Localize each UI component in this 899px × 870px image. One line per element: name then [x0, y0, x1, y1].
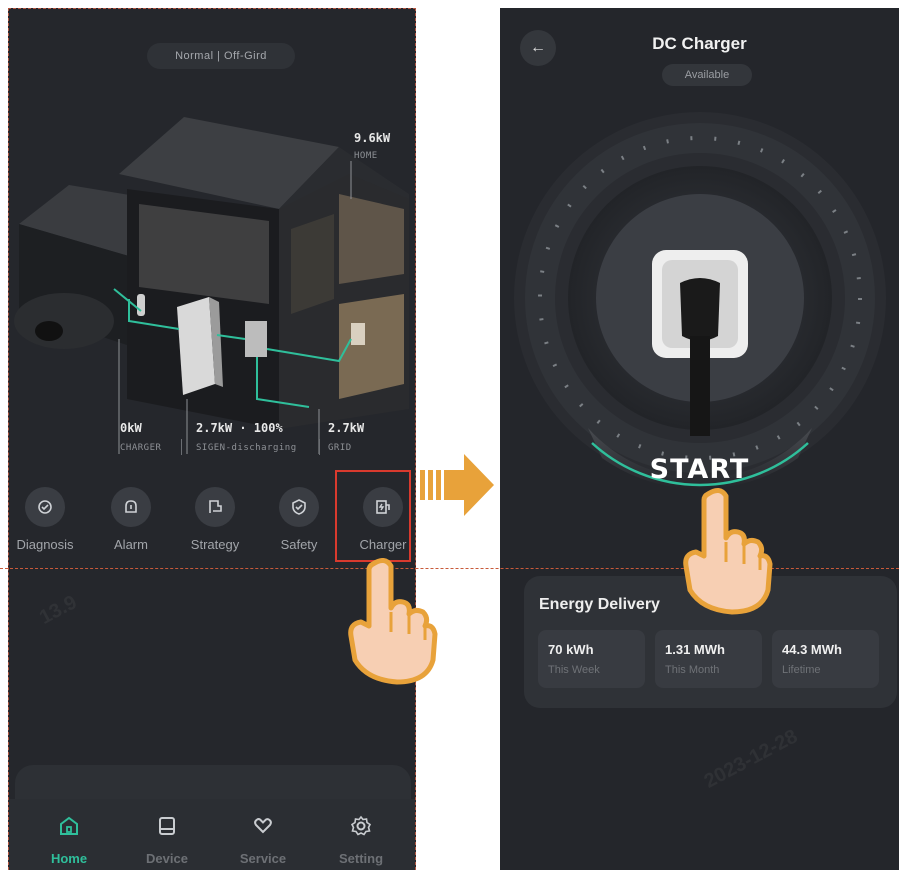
metric-value: 1.31 MWh	[665, 642, 725, 657]
metric-label: This Month	[665, 664, 720, 676]
home-screen: Normal | Off-Gird 9.6kW HOME 0kW CHARGER…	[8, 8, 416, 870]
diagnosis-icon	[25, 487, 65, 527]
quick-action-label: Alarm	[114, 537, 148, 552]
grid-power-value: 2.7kW	[328, 421, 365, 435]
quick-action-label: Strategy	[190, 537, 240, 552]
grid-power-label: GRID	[328, 443, 352, 453]
quick-action-label: Diagnosis	[16, 537, 74, 552]
metric-this-week: 70 kWh This Week	[538, 630, 645, 688]
pointing-hand-icon	[683, 488, 773, 615]
tab-home[interactable]: Home	[29, 811, 109, 866]
mode-pill[interactable]: Normal | Off-Gird	[147, 43, 295, 69]
page-title: DC Charger	[652, 34, 747, 53]
watermark: 2023-12-28	[700, 725, 802, 793]
pointing-hand-icon	[348, 558, 438, 685]
home-power-value: 9.6kW	[354, 131, 391, 145]
metric-label: Lifetime	[782, 664, 821, 676]
charger-highlight-box	[335, 470, 411, 562]
quick-action-label: Safety	[280, 537, 318, 552]
divider	[181, 439, 182, 455]
divider	[319, 439, 320, 455]
metric-this-month: 1.31 MWh This Month	[655, 630, 762, 688]
tab-service[interactable]: Service	[223, 811, 303, 866]
quick-action-alarm[interactable]: Alarm	[91, 487, 171, 552]
quick-action-diagnosis[interactable]: Diagnosis	[9, 487, 85, 552]
start-button[interactable]: START	[500, 454, 899, 485]
alarm-icon	[111, 487, 151, 527]
strategy-icon	[195, 487, 235, 527]
service-icon	[248, 811, 278, 841]
tab-label: Setting	[338, 851, 384, 866]
transition-arrow	[420, 454, 494, 516]
safety-icon	[279, 487, 319, 527]
dc-charger-screen: ← DC Charger Available START Energy Deli…	[500, 8, 899, 870]
watermark: 13.9	[35, 591, 81, 629]
quick-action-safety[interactable]: Safety	[259, 487, 339, 552]
tab-label: Home	[50, 851, 88, 866]
device-icon	[152, 811, 182, 841]
tab-setting[interactable]: Setting	[321, 811, 401, 866]
home-power-label: HOME	[354, 151, 378, 161]
metric-value: 44.3 MWh	[782, 642, 842, 657]
setting-icon	[346, 811, 376, 841]
metric-value: 70 kWh	[548, 642, 594, 657]
tab-label: Service	[239, 851, 287, 866]
charger-power-label: CHARGER	[120, 443, 162, 453]
energy-delivery-title: Energy Delivery	[539, 596, 660, 613]
tab-bar: Home Device Service Setting	[9, 799, 415, 870]
tab-device[interactable]: Device	[127, 811, 207, 866]
metric-lifetime: 44.3 MWh Lifetime	[772, 630, 879, 688]
sigen-power-label: SIGEN-discharging	[196, 443, 297, 453]
home-icon	[54, 811, 84, 841]
quick-action-strategy[interactable]: Strategy	[175, 487, 255, 552]
sigen-power-value: 2.7kW · 100%	[196, 421, 283, 435]
charger-power-value: 0kW	[120, 421, 142, 435]
tab-label: Device	[146, 851, 188, 866]
metric-label: This Week	[548, 664, 600, 676]
status-badge: Available	[662, 64, 752, 86]
